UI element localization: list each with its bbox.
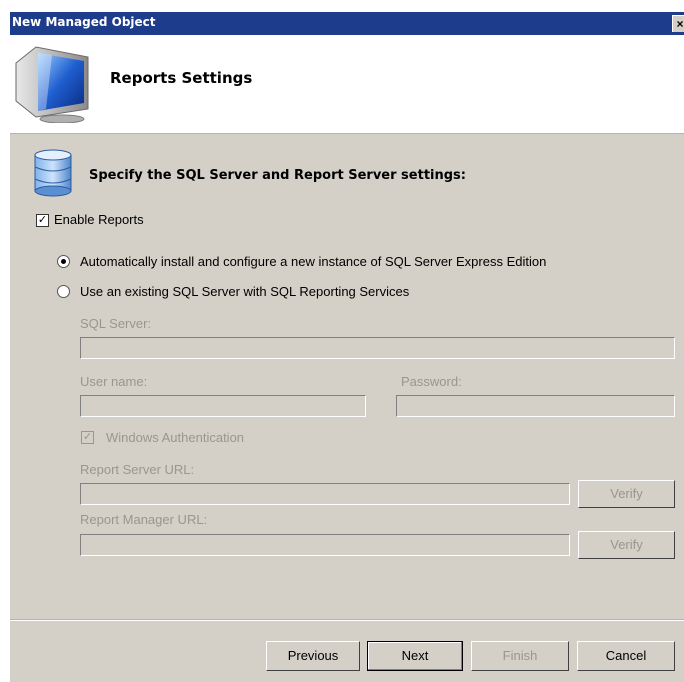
window-title: New Managed Object (12, 15, 156, 29)
sql-server-label: SQL Server: (80, 316, 152, 331)
report-manager-url-input[interactable] (81, 535, 569, 555)
page-title: Reports Settings (110, 69, 253, 87)
sql-server-input[interactable] (81, 338, 674, 358)
verify-report-server-button[interactable]: Verify (578, 480, 675, 508)
password-input[interactable] (397, 396, 674, 416)
monitor-icon (15, 46, 89, 123)
report-manager-url-field[interactable] (80, 534, 570, 556)
windows-auth-label: Windows Authentication (106, 430, 245, 445)
user-name-field[interactable] (80, 395, 366, 417)
finish-button[interactable]: Finish (471, 641, 569, 671)
wizard-content: Specify the SQL Server and Report Server… (10, 134, 684, 624)
footer-divider (10, 619, 684, 621)
next-button[interactable]: Next (367, 641, 463, 671)
database-icon (34, 149, 72, 197)
user-name-label: User name: (80, 374, 148, 389)
wizard-header: Reports Settings (10, 35, 684, 134)
report-server-url-field[interactable] (80, 483, 570, 505)
enable-reports-label[interactable]: Enable Reports (54, 212, 144, 227)
radio-selected-dot (61, 259, 66, 264)
auto-install-radio[interactable] (57, 255, 70, 268)
previous-button[interactable]: Previous (266, 641, 360, 671)
title-bar[interactable]: New Managed Object × (10, 12, 684, 35)
section-heading: Specify the SQL Server and Report Server… (89, 168, 466, 183)
close-button[interactable]: × (672, 15, 684, 32)
user-name-input[interactable] (81, 396, 365, 416)
cancel-button[interactable]: Cancel (577, 641, 675, 671)
existing-server-label[interactable]: Use an existing SQL Server with SQL Repo… (80, 284, 409, 299)
auto-install-label[interactable]: Automatically install and configure a ne… (80, 254, 546, 269)
verify-report-manager-button[interactable]: Verify (578, 531, 675, 559)
sql-server-field[interactable] (80, 337, 675, 359)
windows-auth-checkbox[interactable]: ✓ (81, 431, 94, 444)
enable-reports-checkbox[interactable]: ✓ (36, 214, 49, 227)
new-managed-object-dialog: New Managed Object × Reports Settings Sp… (10, 12, 684, 682)
report-server-url-label: Report Server URL: (80, 462, 195, 477)
password-field[interactable] (396, 395, 675, 417)
report-server-url-input[interactable] (81, 484, 569, 504)
password-label: Password: (401, 374, 462, 389)
existing-server-radio[interactable] (57, 285, 70, 298)
report-manager-url-label: Report Manager URL: (80, 512, 208, 527)
